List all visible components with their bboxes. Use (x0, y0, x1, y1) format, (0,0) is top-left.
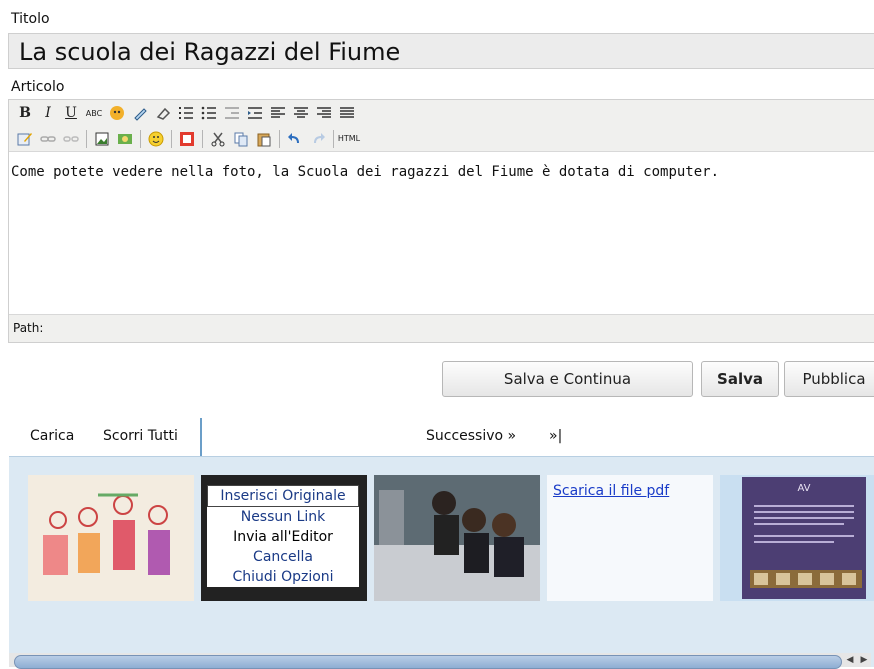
toolbar-separator (140, 129, 141, 148)
title-label: Titolo (11, 11, 50, 27)
article-label: Articolo (11, 79, 65, 95)
tab-scorri-tutti[interactable]: Scorri Tutti (96, 418, 202, 456)
spellcheck-icon[interactable] (107, 103, 127, 123)
drawing-thumbnail[interactable] (28, 475, 194, 601)
delete-option[interactable]: Cancella (207, 547, 359, 567)
download-pdf-link[interactable]: Scarica il file pdf (553, 483, 669, 499)
highlight-icon[interactable] (130, 103, 150, 123)
strikethrough-icon[interactable]: ABC (84, 103, 104, 123)
image-icon[interactable] (92, 129, 112, 149)
insert-original-option[interactable]: Inserisci Originale (207, 485, 359, 507)
indent-icon[interactable] (245, 103, 265, 123)
stop-icon[interactable] (177, 129, 197, 149)
link-icon[interactable] (38, 129, 58, 149)
toolbar-separator (202, 129, 203, 148)
editor-path-bar: Path: ◢ (9, 314, 874, 342)
ordered-list-icon[interactable] (176, 103, 196, 123)
tab-carica[interactable]: Carica (30, 428, 74, 444)
outdent-icon[interactable] (222, 103, 242, 123)
rich-text-editor: B I U ABC HTML Come potete vedere nella … (8, 99, 874, 343)
photo-thumbnail[interactable] (374, 475, 540, 601)
unlink-icon[interactable] (61, 129, 81, 149)
editor-toolbar-row-2: HTML (9, 126, 874, 152)
html-icon[interactable]: HTML (337, 129, 361, 149)
gallery-item[interactable]: Scarica il file pdf (547, 475, 713, 601)
no-link-option[interactable]: Nessun Link (207, 507, 359, 527)
path-label: Path: (13, 321, 44, 335)
eraser-icon[interactable] (153, 103, 173, 123)
cut-icon[interactable] (208, 129, 228, 149)
paste-icon[interactable] (254, 129, 274, 149)
media-icon[interactable] (115, 129, 135, 149)
toolbar-separator (279, 129, 280, 148)
italic-icon[interactable]: I (38, 103, 58, 123)
cover-title: AV (797, 483, 810, 494)
html-label: HTML (337, 134, 361, 143)
toolbar-separator (171, 129, 172, 148)
save-continue-button[interactable]: Salva e Continua (442, 361, 693, 397)
publish-button[interactable]: Pubblica (784, 361, 874, 397)
copy-icon[interactable] (231, 129, 251, 149)
align-right-icon[interactable] (314, 103, 334, 123)
image-options-menu: Inserisci Originale Nessun Link Invia al… (207, 485, 359, 587)
gallery-scrollbar[interactable]: ◀ ▶ (9, 653, 871, 669)
save-button[interactable]: Salva (701, 361, 779, 397)
smiley-icon[interactable] (146, 129, 166, 149)
toolbar-separator (333, 129, 334, 148)
gallery-item[interactable] (28, 475, 194, 601)
send-to-editor-option[interactable]: Invia all'Editor (207, 527, 359, 547)
pdf-cover-thumbnail[interactable]: AV (720, 475, 874, 601)
gallery-item[interactable] (374, 475, 540, 601)
next-page-link[interactable]: Successivo » (426, 428, 516, 444)
gallery-item-selected[interactable]: Inserisci Originale Nessun Link Invia al… (201, 475, 367, 601)
align-center-icon[interactable] (291, 103, 311, 123)
align-left-icon[interactable] (268, 103, 288, 123)
editor-toolbar-row-1: B I U ABC (9, 100, 874, 126)
unordered-list-icon[interactable] (199, 103, 219, 123)
redo-icon[interactable] (308, 129, 328, 149)
toolbar-separator (86, 129, 87, 148)
scrollbar-thumb[interactable] (14, 655, 842, 669)
gallery-tabs: Carica Scorri Tutti Successivo » »| (0, 418, 874, 456)
last-page-link[interactable]: »| (549, 428, 562, 444)
undo-icon[interactable] (285, 129, 305, 149)
edit-icon[interactable] (15, 129, 35, 149)
gallery-item[interactable]: AV (720, 475, 874, 601)
close-options-option[interactable]: Chiudi Opzioni (207, 567, 359, 587)
underline-icon[interactable]: U (61, 103, 81, 123)
scroll-arrows: ◀ ▶ (843, 653, 871, 667)
editor-content[interactable]: Come potete vedere nella foto, la Scuola… (9, 154, 874, 313)
media-gallery: Inserisci Originale Nessun Link Invia al… (9, 456, 874, 669)
align-justify-icon[interactable] (337, 103, 357, 123)
title-input[interactable]: La scuola dei Ragazzi del Fiume (8, 33, 874, 69)
bold-icon[interactable]: B (15, 103, 35, 123)
